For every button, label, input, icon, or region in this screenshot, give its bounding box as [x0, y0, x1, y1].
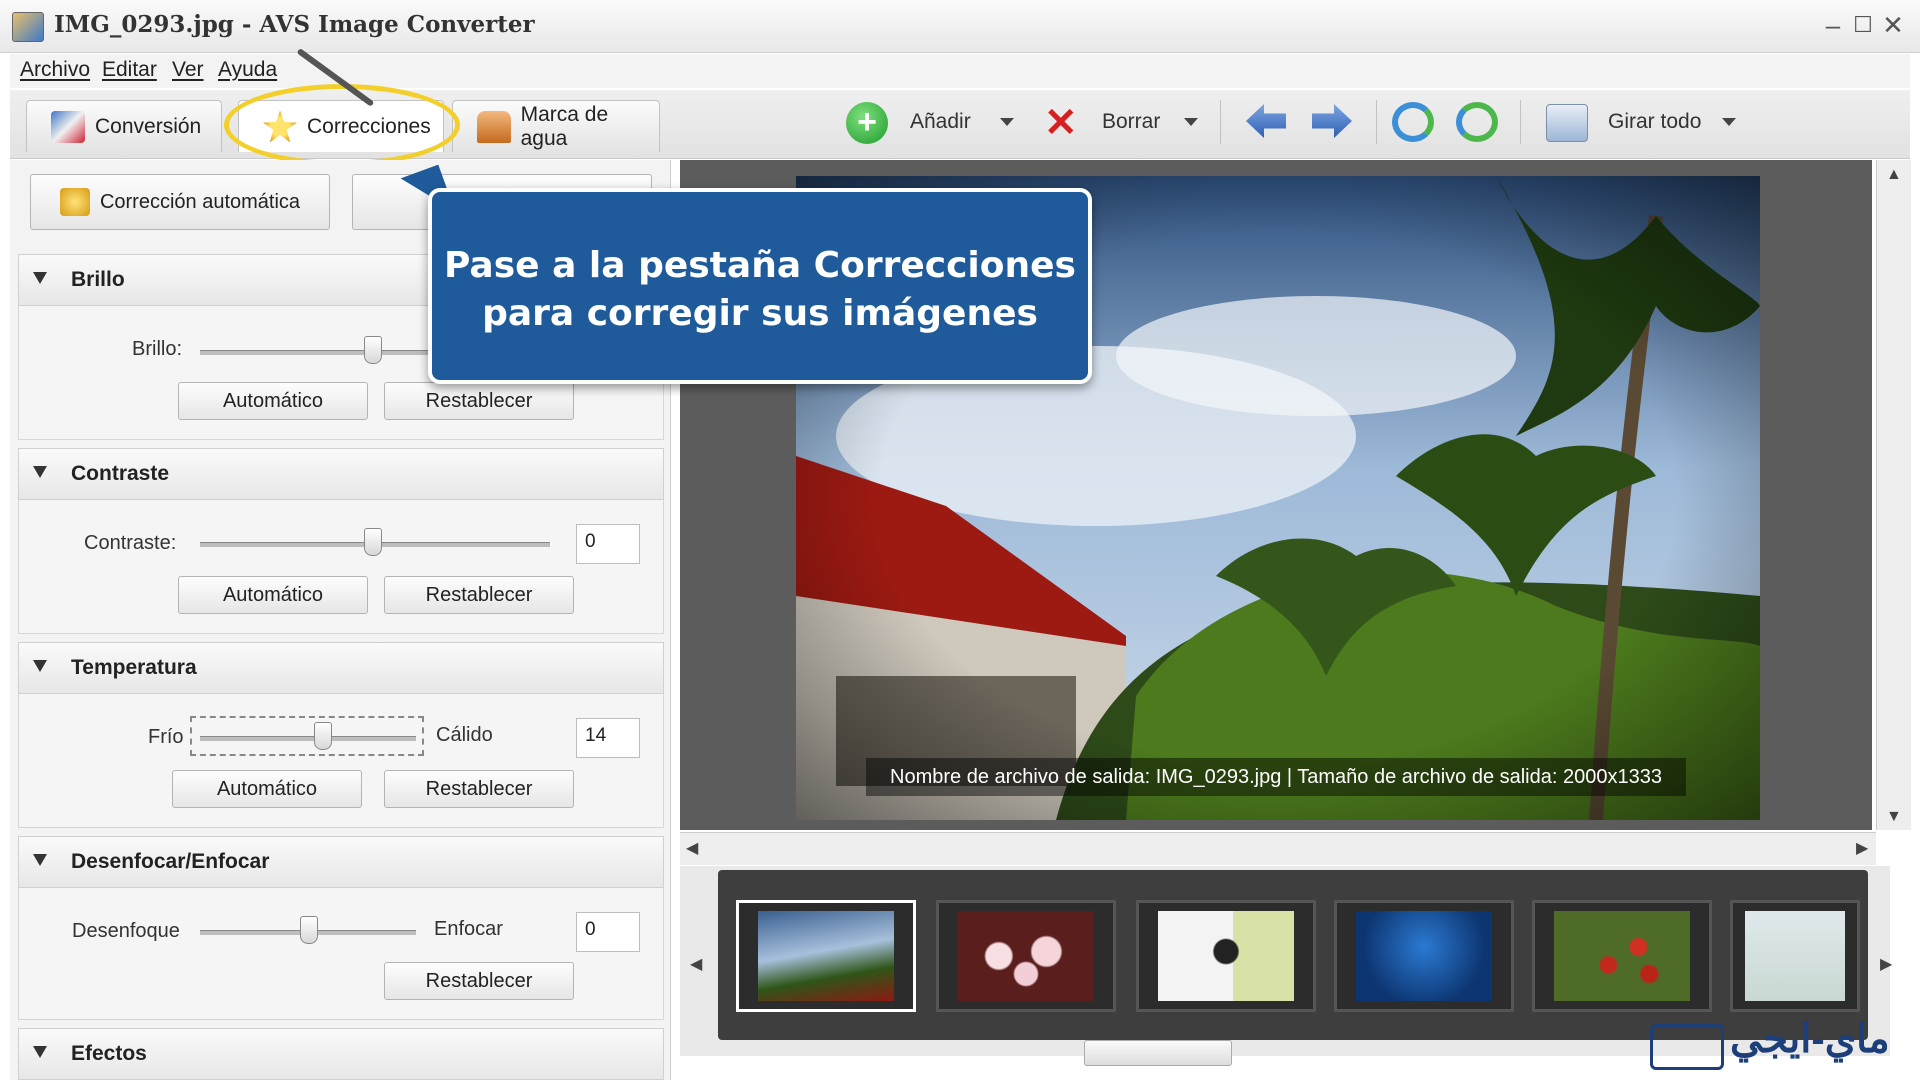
- contrast-auto-button[interactable]: Automático: [178, 576, 368, 614]
- thumbnail-bird-on-feeder[interactable]: [1136, 900, 1316, 1012]
- watermark-text: ماي-ايجي: [1730, 1017, 1890, 1061]
- tutorial-callout: Pase a la pestaña Correcciones para corr…: [428, 188, 1092, 384]
- app-icon: [12, 12, 44, 42]
- scroll-left-icon[interactable]: ◀: [686, 838, 698, 858]
- rotate-right-icon[interactable]: [1456, 102, 1498, 142]
- tab-label: Marca de agua: [520, 102, 609, 150]
- section-title: Brillo: [71, 268, 125, 291]
- section-body-desenfocar: [18, 888, 664, 1020]
- thumbnail-heron[interactable]: [1730, 900, 1860, 1012]
- callout-line-1: Pase a la pestaña Correcciones: [444, 245, 1076, 286]
- thumbnail-palm-resort[interactable]: [736, 900, 916, 1012]
- vertical-scrollbar[interactable]: [1876, 160, 1911, 830]
- temperature-slider-track[interactable]: [200, 736, 416, 741]
- menu-ver[interactable]: Ver: [172, 58, 204, 82]
- delete-icon[interactable]: ✕: [1044, 103, 1078, 143]
- temperature-slider-thumb[interactable]: [314, 722, 332, 750]
- brightness-auto-button[interactable]: Automático: [178, 382, 368, 420]
- collapse-triangle-icon: [33, 272, 47, 284]
- contrast-reset-button[interactable]: Restablecer: [384, 576, 574, 614]
- add-icon[interactable]: +: [846, 102, 888, 144]
- close-button[interactable]: ✕: [1876, 8, 1910, 42]
- sharpen-label: Enfocar: [434, 918, 503, 940]
- watermark-laptop-icon: [1650, 1024, 1724, 1070]
- menu-editar[interactable]: Editar: [102, 58, 157, 82]
- tab-label: Conversión: [95, 114, 202, 138]
- blur-slider-thumb[interactable]: [300, 916, 318, 944]
- menu-archivo[interactable]: Archivo: [20, 58, 90, 82]
- blur-value-field[interactable]: 0: [576, 912, 640, 952]
- temperature-reset-button[interactable]: Restablecer: [384, 770, 574, 808]
- horizontal-scrollbar[interactable]: [680, 832, 1876, 865]
- conversion-icon: [51, 110, 85, 143]
- thumbnail-flowers[interactable]: [936, 900, 1116, 1012]
- temperature-value-field[interactable]: 14: [576, 718, 640, 758]
- contrast-label: Contraste:: [84, 532, 177, 554]
- contrast-value-field[interactable]: 0: [576, 524, 640, 564]
- thumbnail-image: [1158, 911, 1294, 1001]
- thumbs-prev-icon[interactable]: ◀: [690, 954, 702, 974]
- section-title: Desenfocar/Enfocar: [71, 850, 270, 873]
- rotate-all-icon[interactable]: [1546, 104, 1588, 142]
- stamp-icon: [477, 110, 511, 143]
- collapse-triangle-icon: [33, 660, 47, 672]
- menu-bar: [10, 54, 1910, 88]
- thumbnail-scroll-handle[interactable]: [1084, 1040, 1232, 1066]
- temperature-auto-button[interactable]: Automático: [172, 770, 362, 808]
- delete-button-label[interactable]: Borrar: [1102, 110, 1160, 134]
- scroll-down-icon[interactable]: ▼: [1886, 808, 1902, 826]
- section-header-temperatura[interactable]: Temperatura: [18, 642, 664, 694]
- thumbnail-image: [758, 911, 894, 1001]
- delete-dropdown-icon[interactable]: [1184, 118, 1198, 126]
- brightness-slider-thumb[interactable]: [364, 336, 382, 364]
- section-header-efectos[interactable]: Efectos: [18, 1028, 664, 1080]
- auto-correction-button[interactable]: Corrección automática: [30, 174, 330, 230]
- rotate-all-label[interactable]: Girar todo: [1608, 110, 1701, 134]
- collapse-triangle-icon: [33, 854, 47, 866]
- window-title: IMG_0293.jpg - AVS Image Converter: [54, 11, 535, 38]
- thumbnail-berries[interactable]: [1532, 900, 1712, 1012]
- section-header-contraste[interactable]: Contraste: [18, 448, 664, 500]
- brightness-reset-button[interactable]: Restablecer: [384, 382, 574, 420]
- thumbs-next-icon[interactable]: ▶: [1880, 954, 1892, 974]
- toolbar-separator: [1220, 100, 1221, 144]
- thumbnail-image: [1356, 911, 1492, 1001]
- collapse-triangle-icon: [33, 1046, 47, 1058]
- section-title: Contraste: [71, 462, 170, 485]
- section-title: Efectos: [71, 1042, 147, 1065]
- maximize-button[interactable]: ☐: [1846, 8, 1880, 42]
- section-title: Temperatura: [71, 656, 197, 679]
- scroll-right-icon[interactable]: ▶: [1856, 838, 1868, 858]
- blur-label: Desenfoque: [72, 920, 180, 942]
- brightness-label: Brillo:: [132, 338, 183, 360]
- callout-line-2: para corregir sus imágenes: [482, 293, 1038, 334]
- output-info-caption: Nombre de archivo de salida: IMG_0293.jp…: [866, 758, 1686, 796]
- add-button-label[interactable]: Añadir: [910, 110, 971, 134]
- tab-marca-de-agua[interactable]: Marca de agua: [452, 100, 660, 152]
- thumbnail-image: [958, 911, 1094, 1001]
- tab-highlight-ellipse: [224, 84, 460, 166]
- temperature-warm-label: Cálido: [436, 724, 493, 746]
- rotate-left-icon[interactable]: [1392, 102, 1434, 142]
- blur-reset-button[interactable]: Restablecer: [384, 962, 574, 1000]
- add-dropdown-icon[interactable]: [1000, 118, 1014, 126]
- magic-wand-icon: [59, 188, 90, 216]
- menu-ayuda[interactable]: Ayuda: [218, 58, 277, 82]
- rotate-all-dropdown-icon[interactable]: [1722, 118, 1736, 126]
- tab-conversion[interactable]: Conversión: [26, 100, 222, 152]
- thumbnail-image: [1554, 911, 1690, 1001]
- thumbnail-image: [1745, 911, 1845, 1001]
- thumbnail-underwater[interactable]: [1334, 900, 1514, 1012]
- contrast-slider-thumb[interactable]: [364, 528, 382, 556]
- scroll-up-icon[interactable]: ▲: [1886, 166, 1902, 184]
- toolbar-separator: [1376, 100, 1377, 144]
- section-header-desenfocar[interactable]: Desenfocar/Enfocar: [18, 836, 664, 888]
- minimize-button[interactable]: –: [1816, 8, 1850, 42]
- toolbar-separator: [1520, 100, 1521, 144]
- collapse-triangle-icon: [33, 466, 47, 478]
- temperature-cold-label: Frío: [148, 726, 184, 748]
- auto-correction-label: Corrección automática: [99, 190, 301, 213]
